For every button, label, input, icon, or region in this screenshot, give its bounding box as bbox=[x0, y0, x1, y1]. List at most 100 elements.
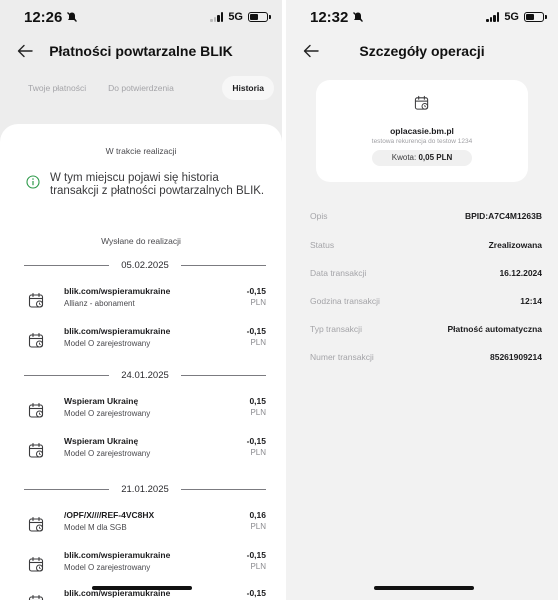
calendar-clock-icon bbox=[28, 594, 45, 600]
in-progress-title: W trakcie realizacji bbox=[105, 146, 177, 156]
transaction-subtitle: Model O zarejestrowany bbox=[64, 409, 151, 418]
calendar-clock-icon bbox=[414, 95, 430, 111]
detail-value: BPID:A7C4M1263B bbox=[465, 211, 542, 221]
signal-icon bbox=[486, 12, 500, 22]
calendar-clock-icon bbox=[28, 442, 45, 459]
amount-value: 0,05 PLN bbox=[418, 153, 453, 162]
status-bar: 12:26 5G bbox=[0, 0, 282, 34]
detail-label: Godzina transakcji bbox=[310, 296, 380, 306]
home-indicator[interactable] bbox=[92, 586, 192, 590]
transaction-amount: -0,15 bbox=[246, 436, 266, 446]
network-type: 5G bbox=[228, 11, 243, 23]
transaction-currency: PLN bbox=[250, 562, 266, 571]
transaction-row[interactable]: blik.com/wspieramukraine Model O zarejes… bbox=[24, 324, 266, 354]
detail-row-date: Data transakcji 16.12.2024 bbox=[310, 268, 542, 282]
history-sheet: W trakcie realizacji W tym miejscu pojaw… bbox=[0, 124, 282, 600]
transaction-amount: -0,15 bbox=[246, 588, 266, 598]
transaction-currency: PLN bbox=[250, 448, 266, 457]
merchant-name: oplacasie.bm.pl bbox=[390, 126, 454, 136]
detail-value: 12:14 bbox=[520, 296, 542, 306]
tab-bar: Twoje płatności Do potwierdzenia Histori… bbox=[14, 74, 274, 102]
page-title: Płatności powtarzalne BLIK bbox=[49, 43, 233, 59]
transaction-name: /OPF/X////REF-4VC8HX bbox=[64, 510, 155, 520]
transaction-name: blik.com/wspieramukraine bbox=[64, 550, 171, 560]
detail-row-status: Status Zrealizowana bbox=[310, 240, 542, 254]
detail-value: Zrealizowana bbox=[488, 240, 542, 250]
battery-icon bbox=[524, 12, 547, 22]
date-label: 05.02.2025 bbox=[121, 259, 169, 271]
nav-bar: Płatności powtarzalne BLIK bbox=[0, 34, 282, 68]
detail-value: Płatność automatyczna bbox=[447, 324, 542, 334]
tab-history[interactable]: Historia bbox=[222, 76, 274, 100]
transaction-subtitle: Model M dla SGB bbox=[64, 523, 127, 532]
page-title: Szczegóły operacji bbox=[359, 43, 485, 59]
transaction-subtitle: Model O zarejestrowany bbox=[64, 563, 151, 572]
calendar-clock-icon bbox=[28, 332, 45, 349]
operation-details-screen: 12:32 5G Szczegóły operacji oplacasie.bm… bbox=[286, 0, 558, 600]
date-label: 21.01.2025 bbox=[121, 483, 169, 495]
transaction-currency: PLN bbox=[250, 338, 266, 347]
transaction-amount: -0,15 bbox=[246, 550, 266, 560]
transaction-subtitle: Model O zarejestrowany bbox=[64, 449, 151, 458]
status-bar: 12:32 5G bbox=[286, 0, 558, 34]
transaction-amount: -0,15 bbox=[246, 326, 266, 336]
transaction-amount: 0,16 bbox=[249, 510, 266, 520]
date-separator: 05.02.2025 bbox=[24, 258, 267, 272]
back-arrow-icon[interactable] bbox=[302, 43, 320, 59]
operation-description: testowa rekurencja do testow 1234 bbox=[371, 138, 473, 145]
transaction-amount: -0,15 bbox=[246, 286, 266, 296]
status-time: 12:26 bbox=[24, 8, 63, 26]
transaction-currency: PLN bbox=[250, 298, 266, 307]
detail-value: 16.12.2024 bbox=[499, 268, 542, 278]
transaction-name: blik.com/wspieramukraine bbox=[64, 286, 171, 296]
info-message: W tym miejscu pojawi się historia transa… bbox=[0, 172, 282, 198]
amount-pill: Kwota: 0,05 PLN bbox=[372, 150, 472, 166]
back-arrow-icon[interactable] bbox=[16, 43, 34, 59]
detail-row-type: Typ transakcji Płatność automatyczna bbox=[310, 324, 542, 338]
transaction-subtitle: Allianz - abonament bbox=[64, 299, 135, 308]
transaction-row[interactable]: blik.com/wspieramukraine Model O zarejes… bbox=[24, 548, 266, 578]
home-indicator[interactable] bbox=[374, 586, 474, 590]
detail-label: Numer transakcji bbox=[310, 352, 374, 362]
detail-label: Data transakcji bbox=[310, 268, 367, 278]
battery-icon bbox=[248, 12, 271, 22]
calendar-clock-icon bbox=[28, 402, 45, 419]
detail-label: Opis bbox=[310, 211, 328, 221]
transaction-row[interactable]: Wspieram Ukrainę Model O zarejestrowany … bbox=[24, 394, 266, 424]
amount-label: Kwota: bbox=[391, 153, 417, 162]
date-label: 24.01.2025 bbox=[121, 369, 169, 381]
nav-bar: Szczegóły operacji bbox=[286, 34, 558, 68]
operation-summary-card: oplacasie.bm.pl testowa rekurencja do te… bbox=[316, 80, 528, 182]
network-type: 5G bbox=[504, 11, 519, 23]
signal-icon bbox=[210, 12, 224, 22]
detail-row-time: Godzina transakcji 12:14 bbox=[310, 296, 542, 310]
transaction-name: blik.com/wspieramukraine bbox=[64, 326, 171, 336]
detail-value: 85261909214 bbox=[489, 352, 542, 362]
transaction-name: Wspieram Ukrainę bbox=[64, 396, 139, 406]
detail-label: Typ transakcji bbox=[310, 324, 362, 334]
bell-muted-icon bbox=[67, 12, 78, 22]
date-separator: 21.01.2025 bbox=[24, 482, 267, 496]
tab-to-confirm[interactable]: Do potwierdzenia bbox=[100, 76, 182, 100]
transaction-row[interactable]: /OPF/X////REF-4VC8HX Model M dla SGB 0,1… bbox=[24, 508, 266, 538]
transaction-row[interactable]: Wspieram Ukrainę Model O zarejestrowany … bbox=[24, 434, 266, 464]
detail-label: Status bbox=[310, 240, 335, 250]
calendar-clock-icon bbox=[28, 516, 45, 533]
transaction-row[interactable]: blik.com/wspieramukraine Allianz - abona… bbox=[24, 284, 266, 314]
detail-row-number: Numer transakcji 85261909214 bbox=[310, 352, 542, 366]
history-screen: 12:26 5G Płatności powtarzalne BLIK Twoj… bbox=[0, 0, 282, 600]
transaction-subtitle: Model O zarejestrowany bbox=[64, 339, 151, 348]
transaction-name: Wspieram Ukrainę bbox=[64, 436, 139, 446]
transaction-amount: 0,15 bbox=[249, 396, 266, 406]
info-icon bbox=[26, 175, 40, 189]
transaction-currency: PLN bbox=[250, 408, 266, 417]
status-time: 12:32 bbox=[310, 8, 349, 26]
sent-title: Wysłane do realizacji bbox=[101, 236, 181, 246]
detail-row-description: Opis BPID:A7C4M1263B bbox=[310, 211, 542, 225]
calendar-clock-icon bbox=[28, 556, 45, 573]
transaction-currency: PLN bbox=[250, 522, 266, 531]
date-separator: 24.01.2025 bbox=[24, 368, 267, 382]
tab-your-payments[interactable]: Twoje płatności bbox=[20, 76, 94, 100]
info-text: W tym miejscu pojawi się historia transa… bbox=[50, 172, 265, 197]
bell-muted-icon bbox=[353, 12, 364, 22]
